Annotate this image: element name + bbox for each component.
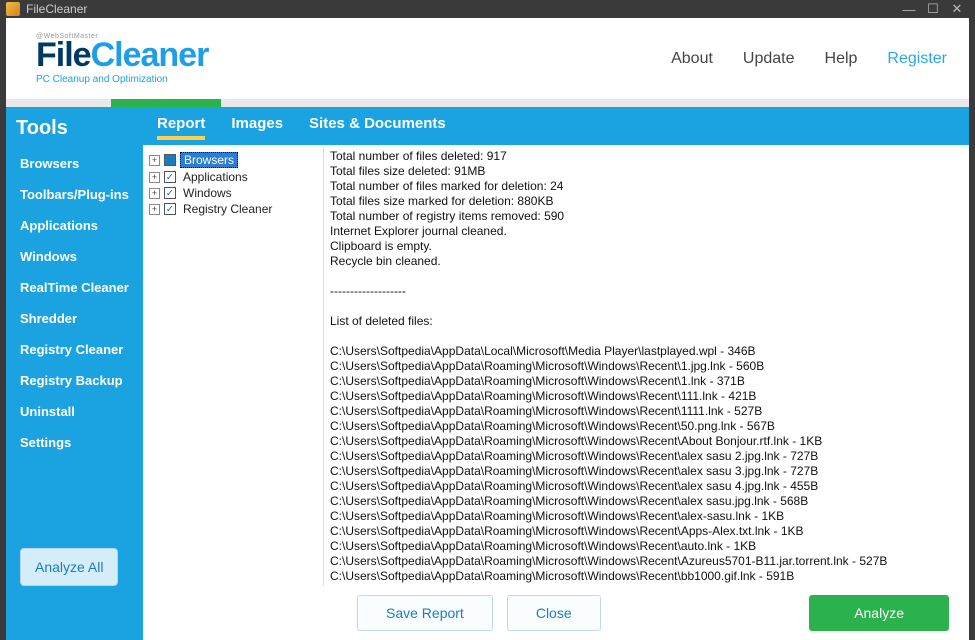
main-row: Tools Browsers Toolbars/Plug-ins Applica… bbox=[6, 107, 969, 640]
titlebar: FileCleaner — ☐ ✕ bbox=[0, 0, 975, 18]
tree-label: Browsers bbox=[180, 152, 238, 168]
sidebar-item-toolbars[interactable]: Toolbars/Plug-ins bbox=[6, 179, 143, 210]
sidebar-item-windows[interactable]: Windows bbox=[6, 241, 143, 272]
logo-subtitle: PC Cleanup and Optimization bbox=[36, 74, 208, 85]
expand-icon[interactable]: + bbox=[149, 204, 160, 215]
save-report-button[interactable]: Save Report bbox=[357, 595, 493, 631]
tree-label: Applications bbox=[180, 170, 251, 184]
content-column: Report Images Sites & Documents + Browse… bbox=[143, 107, 969, 640]
active-indicator bbox=[111, 99, 221, 107]
tab-report[interactable]: Report bbox=[157, 115, 205, 138]
expand-icon[interactable]: + bbox=[149, 172, 160, 183]
close-window-button[interactable]: ✕ bbox=[945, 0, 969, 18]
sidebar-title: Tools bbox=[6, 107, 143, 148]
sidebar-item-shredder[interactable]: Shredder bbox=[6, 303, 143, 334]
checkbox-icon[interactable]: ✓ bbox=[164, 187, 176, 199]
header: @WebSoftMaster FileCleaner PC Cleanup an… bbox=[6, 18, 969, 99]
checkbox-icon[interactable]: ✓ bbox=[164, 203, 176, 215]
maximize-button[interactable]: ☐ bbox=[921, 0, 945, 18]
nav-register[interactable]: Register bbox=[887, 50, 947, 68]
app-window: FileCleaner — ☐ ✕ @WebSoftMaster FileCle… bbox=[0, 0, 975, 625]
nav-help[interactable]: Help bbox=[825, 50, 858, 68]
tree-label: Windows bbox=[180, 186, 235, 200]
expand-icon[interactable]: + bbox=[149, 188, 160, 199]
sidebar-item-uninstall[interactable]: Uninstall bbox=[6, 396, 143, 427]
logo-part2: Cleaner bbox=[91, 36, 209, 74]
logo-text: FileCleaner bbox=[36, 38, 208, 72]
expand-icon[interactable]: + bbox=[149, 155, 160, 166]
tree-node-browsers[interactable]: + Browsers bbox=[147, 151, 319, 169]
checkbox-partial-icon[interactable] bbox=[164, 154, 176, 166]
app-frame: @WebSoftMaster FileCleaner PC Cleanup an… bbox=[6, 18, 969, 640]
logo-part1: File bbox=[36, 36, 91, 74]
sidebar-item-realtime[interactable]: RealTime Cleaner bbox=[6, 272, 143, 303]
nav-about[interactable]: About bbox=[671, 50, 713, 68]
tree-node-windows[interactable]: + ✓ Windows bbox=[147, 185, 319, 201]
sidebar-item-browsers[interactable]: Browsers bbox=[6, 148, 143, 179]
window-title: FileCleaner bbox=[26, 2, 87, 16]
sidebar: Tools Browsers Toolbars/Plug-ins Applica… bbox=[6, 107, 143, 640]
tree-node-applications[interactable]: + ✓ Applications bbox=[147, 169, 319, 185]
footer-buttons: Save Report Close Analyze bbox=[143, 586, 969, 640]
header-nav: About Update Help Register bbox=[671, 50, 947, 68]
sidebar-item-registry-backup[interactable]: Registry Backup bbox=[6, 365, 143, 396]
close-button[interactable]: Close bbox=[507, 595, 601, 631]
tab-sites-documents[interactable]: Sites & Documents bbox=[309, 115, 446, 138]
sidebar-item-applications[interactable]: Applications bbox=[6, 210, 143, 241]
checkbox-icon[interactable]: ✓ bbox=[164, 171, 176, 183]
tree-label: Registry Cleaner bbox=[180, 202, 275, 216]
nav-update[interactable]: Update bbox=[743, 50, 795, 68]
header-separator bbox=[6, 99, 969, 107]
tab-images[interactable]: Images bbox=[231, 115, 283, 138]
report-panel: Total number of files deleted: 917 Total… bbox=[323, 145, 969, 586]
analyze-all-button[interactable]: Analyze All bbox=[20, 548, 118, 586]
sidebar-items: Browsers Toolbars/Plug-ins Applications … bbox=[6, 148, 143, 458]
tree-node-registry[interactable]: + ✓ Registry Cleaner bbox=[147, 201, 319, 217]
tabs-bar: Report Images Sites & Documents bbox=[143, 107, 969, 145]
tree-pane: + Browsers + ✓ Applications + ✓ Win bbox=[143, 145, 323, 586]
logo: @WebSoftMaster FileCleaner PC Cleanup an… bbox=[36, 33, 208, 85]
sidebar-item-registry-cleaner[interactable]: Registry Cleaner bbox=[6, 334, 143, 365]
minimize-button[interactable]: — bbox=[897, 0, 921, 18]
app-icon bbox=[6, 2, 20, 16]
sidebar-item-settings[interactable]: Settings bbox=[6, 427, 143, 458]
workspace: + Browsers + ✓ Applications + ✓ Win bbox=[143, 145, 969, 586]
analyze-button[interactable]: Analyze bbox=[809, 595, 949, 631]
report-text[interactable]: Total number of files deleted: 917 Total… bbox=[323, 147, 965, 586]
